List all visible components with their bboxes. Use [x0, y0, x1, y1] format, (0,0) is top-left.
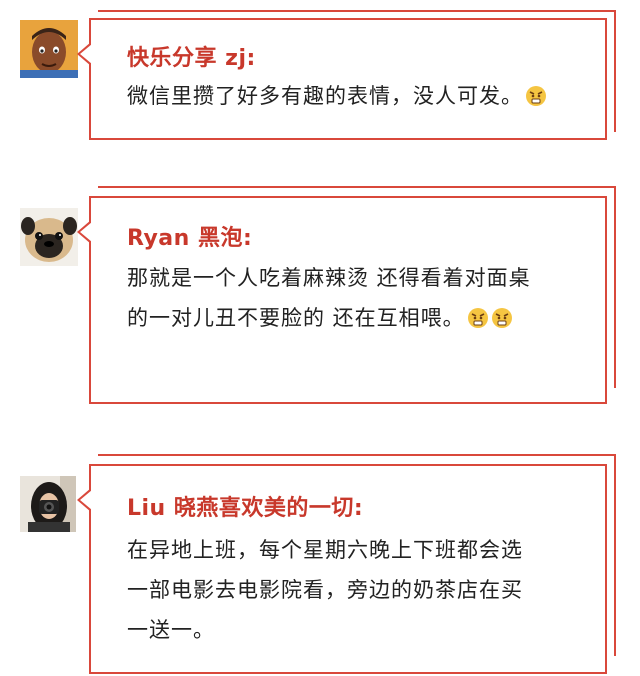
comment-line: 一送一。: [127, 618, 215, 642]
pug-dog-avatar-icon[interactable]: [20, 208, 78, 266]
angry-emoji-icon: [467, 308, 488, 328]
angry-emoji-icon: [491, 308, 512, 328]
comment-line: 在异地上班，每个星期六晚上下班都会选: [127, 538, 523, 562]
angry-emoji-icon: [526, 86, 546, 106]
comment-author[interactable]: Liu 晓燕喜欢美的一切:: [127, 490, 363, 522]
comment-line: 的一对儿丑不要脸的 还在互相喂。: [127, 306, 465, 330]
comment-text: 微信里攒了好多有趣的表情，没人可发。: [127, 76, 597, 116]
comment-card: 快乐分享 zj: 微信里攒了好多有趣的表情，没人可发。: [77, 18, 607, 140]
comment-card: Liu 晓燕喜欢美的一切: 在异地上班，每个星期六晚上下班都会选 一部电影去电影…: [77, 464, 607, 674]
comment-line: 微信里攒了好多有趣的表情，没人可发。: [127, 84, 523, 108]
woman-with-camera-avatar-icon[interactable]: [20, 476, 76, 532]
comment-author[interactable]: 快乐分享 zj:: [127, 40, 256, 72]
comment-text: 在异地上班，每个星期六晚上下班都会选 一部电影去电影院看，旁边的奶茶店在买 一送…: [127, 530, 597, 650]
comment-text: 那就是一个人吃着麻辣烫 还得看着对面桌 的一对儿丑不要脸的 还在互相喂。: [127, 258, 597, 338]
comment-line: 那就是一个人吃着麻辣烫 还得看着对面桌: [127, 266, 531, 290]
comment-card: Ryan 黑泡: 那就是一个人吃着麻辣烫 还得看着对面桌 的一对儿丑不要脸的 还…: [77, 196, 607, 404]
comment-author[interactable]: Ryan 黑泡:: [127, 220, 252, 252]
comment-line: 一部电影去电影院看，旁边的奶茶店在买: [127, 578, 523, 602]
cartoon-man-avatar-icon[interactable]: [20, 20, 78, 78]
